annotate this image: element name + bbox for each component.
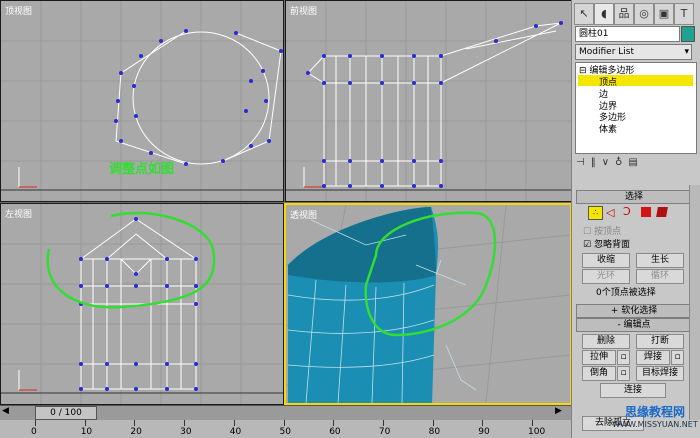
time-slider[interactable]: 0 / 100 (35, 406, 97, 420)
modify-tab-icon[interactable]: ◖ (594, 3, 614, 25)
ruler-tick-label: 40 (229, 427, 242, 437)
pin-stack-icon[interactable]: ⊣ (576, 157, 591, 168)
ruler-tick (382, 420, 384, 426)
configure-sets-icon[interactable]: ▤ (628, 157, 643, 168)
perspective-viewport-canvas (286, 205, 570, 403)
time-prev-arrow[interactable]: ◀ (2, 406, 9, 416)
remove-modifier-icon[interactable]: ♁ (615, 157, 628, 168)
front-viewport-canvas (286, 1, 572, 201)
ignore-backfacing-checkbox[interactable]: ☑ 忽略背面 (583, 237, 630, 250)
ring-button[interactable]: 光环 (582, 269, 630, 284)
selection-rollout-header[interactable]: 选择 (576, 190, 692, 204)
stack-item-element[interactable]: 体素 (599, 122, 617, 135)
object-name-field[interactable]: 圆柱01 (575, 26, 680, 42)
border-mode-icon[interactable]: Ↄ (623, 205, 631, 218)
top-viewport-label[interactable]: 顶视图 (5, 4, 32, 17)
by-vertex-checkbox[interactable]: ☐ 按顶点 (583, 224, 621, 237)
edit-vertices-rollout-header[interactable]: - 编辑点 (576, 318, 692, 332)
ruler-tick-label: 60 (329, 427, 341, 437)
target-weld-button[interactable]: 目标焊接 (636, 366, 684, 381)
left-viewport-canvas (1, 204, 283, 404)
modifier-list-label: Modifier List (579, 47, 634, 57)
ruler-tick-label: 0 (31, 427, 37, 437)
element-mode-icon[interactable] (656, 207, 668, 217)
remove-button[interactable]: 删除 (582, 334, 630, 349)
polygon-mode-icon[interactable] (641, 207, 651, 217)
ruler-tick-label: 50 (279, 427, 291, 437)
extrude-settings-icon[interactable]: ▫ (617, 350, 630, 365)
grow-button[interactable]: 生长 (636, 253, 684, 268)
chamfer-button[interactable]: 倒角 (582, 366, 616, 381)
display-tab-icon[interactable]: ▣ (654, 3, 674, 25)
perspective-viewport[interactable]: 透视图 (284, 203, 572, 405)
ruler-tick-label: 100 (528, 427, 546, 437)
front-viewport[interactable]: 前视图 (285, 0, 573, 202)
track-bar[interactable]: 0 10 20 30 40 50 60 70 80 90 100 (0, 420, 571, 438)
time-next-arrow[interactable]: ▶ (555, 406, 562, 416)
ruler-tick (134, 420, 136, 426)
ruler-tick-label: 70 (378, 427, 391, 437)
ruler-tick (84, 420, 86, 426)
extrude-button[interactable]: 拉伸 (582, 350, 616, 365)
soft-selection-rollout-header[interactable]: + 软化选择 (576, 304, 692, 318)
ruler-tick (333, 420, 335, 426)
ruler-tick (283, 420, 285, 426)
selection-info: 0个顶点被选择 (596, 288, 656, 298)
make-unique-icon[interactable]: ∨ (602, 157, 615, 168)
ruler-tick-label: 20 (130, 427, 142, 437)
modifier-list-dropdown[interactable]: Modifier List ▾ (575, 44, 692, 60)
left-viewport[interactable]: 左视图 (0, 203, 284, 405)
utilities-tab-icon[interactable]: T (674, 3, 694, 25)
stack-item-vertex[interactable] (578, 75, 693, 86)
chamfer-settings-icon[interactable]: ▫ (617, 366, 630, 381)
motion-tab-icon[interactable]: ◎ (634, 3, 654, 25)
ruler-tick (35, 420, 36, 426)
panel-scrollbar[interactable] (689, 185, 700, 420)
edge-mode-icon[interactable]: ◁ (606, 206, 614, 219)
hierarchy-tab-icon[interactable]: 品 (614, 3, 634, 25)
object-color-swatch[interactable] (681, 26, 695, 42)
weld-settings-icon[interactable]: ▫ (671, 350, 684, 365)
ruler-tick-label: 80 (428, 427, 441, 437)
ruler-tick-label: 10 (80, 427, 93, 437)
watermark-url: WWW.MISSYUAN.NET (612, 420, 698, 429)
expand-icon: + (610, 306, 622, 316)
perspective-viewport-label[interactable]: 透视图 (290, 208, 317, 221)
break-button[interactable]: 打断 (636, 334, 684, 349)
watermark-logo: 思缘教程网 WWW.MISSYUAN.NET (610, 403, 700, 438)
create-tab-icon[interactable]: ↖ (574, 3, 594, 25)
watermark-title: 思缘教程网 (624, 405, 685, 419)
ruler-tick (532, 420, 533, 426)
ruler-tick (482, 420, 484, 426)
ruler-tick-label: 90 (478, 427, 490, 437)
chevron-down-icon: ▾ (684, 47, 689, 57)
left-viewport-label[interactable]: 左视图 (5, 207, 32, 220)
loop-button[interactable]: 循环 (636, 269, 684, 284)
ruler-tick (432, 420, 434, 426)
front-viewport-label[interactable]: 前视图 (290, 4, 317, 17)
ruler-tick-label: 30 (180, 427, 192, 437)
weld-button[interactable]: 焊接 (636, 350, 670, 365)
vertex-mode-icon[interactable]: ∴ (588, 206, 603, 220)
top-viewport[interactable]: 顶视图 调整点如图 (0, 0, 284, 202)
stack-toolbar: ⊣‖∨♁▤ (576, 157, 692, 171)
ruler-tick (233, 420, 235, 426)
shrink-button[interactable]: 收缩 (582, 253, 630, 268)
annotation-text: 调整点如图 (109, 162, 175, 177)
show-end-result-icon[interactable]: ‖ (591, 157, 602, 168)
ruler-tick (184, 420, 186, 426)
connect-button[interactable]: 连接 (600, 383, 666, 398)
